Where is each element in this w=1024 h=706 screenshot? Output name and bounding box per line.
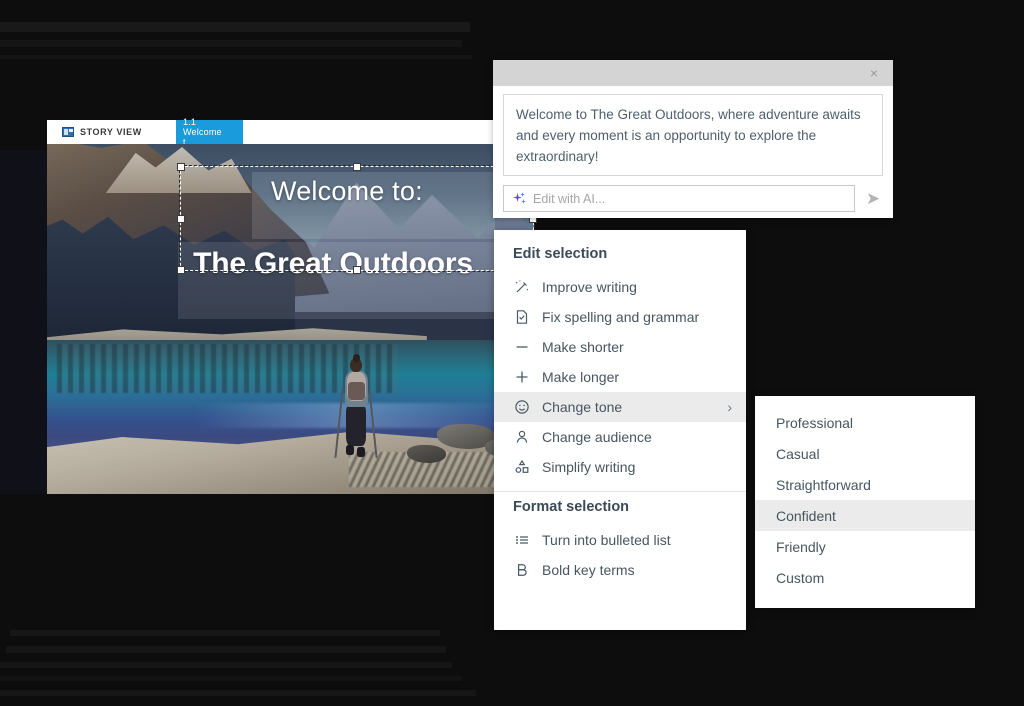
menu-item-make-longer[interactable]: Make longer — [494, 362, 746, 392]
menu-item-label: Improve writing — [542, 279, 637, 295]
tone-option-casual[interactable]: Casual — [755, 438, 975, 469]
tab-story-view-label: STORY VIEW — [80, 127, 142, 137]
menu-item-bold-key-terms[interactable]: Bold key terms — [494, 555, 746, 585]
ai-prompt-placeholder: Edit with AI... — [533, 191, 606, 206]
hiker-backpack-strap — [348, 382, 365, 401]
chevron-right-icon: › — [727, 399, 732, 415]
ai-generated-text: Welcome to The Great Outdoors, where adv… — [503, 94, 883, 176]
authoring-app-window: STORY VIEW 1.1 Welcome t... Welcome to: … — [47, 117, 534, 494]
menu-item-improve-writing[interactable]: Improve writing — [494, 272, 746, 302]
ai-sparkle-icon — [513, 192, 526, 205]
scene-hiker — [332, 354, 381, 470]
tone-option-label: Custom — [776, 569, 825, 586]
backdrop-band — [0, 22, 470, 32]
tab-slide-label: 1.1 Welcome t... — [183, 117, 222, 147]
person-icon — [513, 429, 530, 446]
tone-option-straightforward[interactable]: Straightforward — [755, 469, 975, 500]
tone-option-label: Casual — [776, 445, 820, 462]
backdrop-band — [0, 40, 462, 47]
menu-item-label: Change audience — [542, 429, 652, 445]
menu-item-label: Turn into bulleted list — [542, 532, 671, 548]
tone-option-label: Confident — [776, 507, 836, 524]
tab-story-view[interactable]: STORY VIEW — [53, 120, 151, 144]
menu-divider — [494, 491, 746, 492]
menu-item-fix-spelling-and-grammar[interactable]: Fix spelling and grammar — [494, 302, 746, 332]
change-tone-submenu: Professional Casual Straightforward Conf… — [755, 396, 975, 608]
edit-selection-heading: Edit selection — [513, 246, 608, 262]
tone-option-label: Friendly — [776, 538, 826, 555]
menu-item-label: Change tone — [542, 399, 623, 415]
menu-item-turn-into-bulleted-list[interactable]: Turn into bulleted list — [494, 525, 746, 555]
menu-item-label: Fix spelling and grammar — [542, 309, 700, 325]
ai-assistant-panel: × Welcome to The Great Outdoors, where a… — [493, 60, 893, 218]
scene-rock — [407, 445, 447, 463]
tab-bar: STORY VIEW 1.1 Welcome t... — [47, 117, 534, 147]
menu-item-change-tone[interactable]: Change tone › — [494, 392, 746, 422]
menu-item-label: Make shorter — [542, 339, 624, 355]
ai-context-menu: Edit selection Improve writing Fix spell… — [494, 230, 746, 630]
smiley-icon — [513, 399, 530, 416]
hiker-boot — [357, 447, 365, 458]
backdrop-band — [0, 55, 472, 59]
ai-input-row: Edit with AI... ➤ — [503, 185, 883, 212]
close-icon[interactable]: × — [865, 64, 883, 82]
shapes-icon — [513, 459, 530, 476]
tone-option-label: Straightforward — [776, 476, 871, 493]
tone-option-confident[interactable]: Confident — [755, 500, 975, 531]
menu-item-make-shorter[interactable]: Make shorter — [494, 332, 746, 362]
menu-item-simplify-writing[interactable]: Simplify writing — [494, 452, 746, 482]
hiker-trekking-pole — [368, 388, 378, 459]
hiker-legs — [346, 405, 366, 446]
backdrop-band — [0, 676, 462, 681]
ai-prompt-input[interactable]: Edit with AI... — [503, 185, 855, 212]
story-view-icon — [62, 127, 74, 137]
hiker-boot — [346, 444, 355, 455]
slide-title-line-2: The Great Outdoors — [193, 247, 473, 281]
backdrop-band — [10, 630, 440, 636]
slide-canvas[interactable]: Welcome to: The Great Outdoors — [47, 144, 534, 494]
bold-icon — [513, 562, 530, 579]
menu-item-label: Simplify writing — [542, 459, 636, 475]
plus-icon — [513, 369, 530, 386]
ai-panel-header: × — [493, 60, 893, 86]
minus-icon — [513, 339, 530, 356]
backdrop-band — [6, 646, 446, 653]
magic-wand-icon — [513, 279, 530, 296]
send-icon[interactable]: ➤ — [863, 189, 883, 209]
slide-title-line-1: Welcome to: — [271, 175, 423, 206]
bulleted-list-icon — [513, 532, 530, 549]
document-check-icon — [513, 309, 530, 326]
backdrop-band — [0, 690, 476, 696]
backdrop-band — [0, 662, 452, 668]
hiker-trekking-pole — [334, 388, 344, 459]
backdrop-band — [0, 150, 48, 494]
tone-option-custom[interactable]: Custom — [755, 562, 975, 593]
tone-option-label: Professional — [776, 414, 854, 431]
format-selection-heading: Format selection — [513, 499, 630, 515]
menu-item-label: Make longer — [542, 369, 620, 385]
tab-slide-1-1[interactable]: 1.1 Welcome t... — [176, 117, 243, 147]
menu-item-label: Bold key terms — [542, 562, 635, 578]
tone-option-friendly[interactable]: Friendly — [755, 531, 975, 562]
menu-item-change-audience[interactable]: Change audience — [494, 422, 746, 452]
tone-option-professional[interactable]: Professional — [755, 407, 975, 438]
